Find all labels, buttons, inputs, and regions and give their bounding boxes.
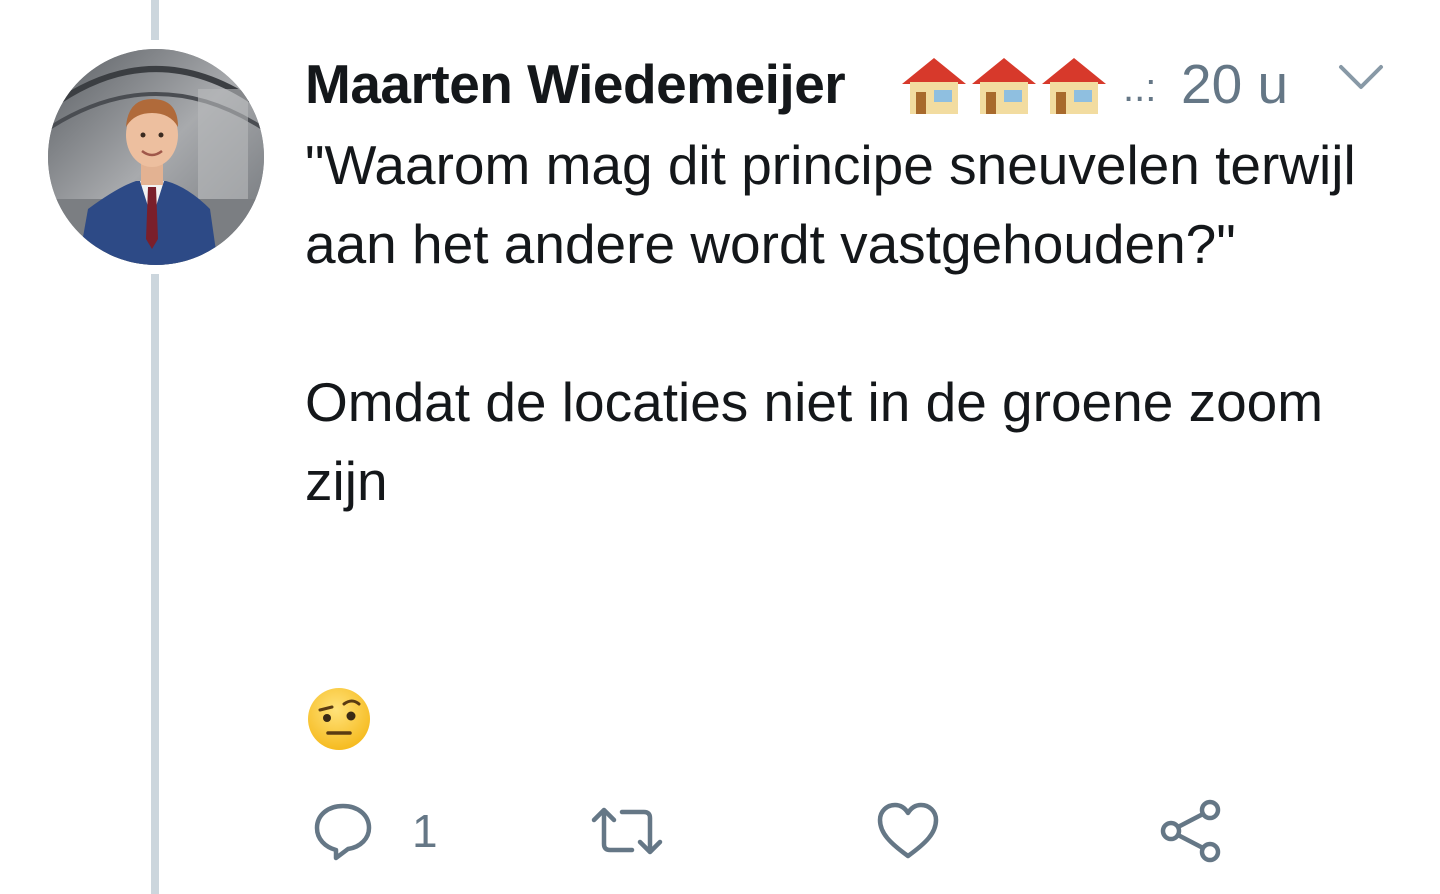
avatar-photo <box>48 49 264 265</box>
face-with-raised-eyebrow-emoji <box>308 688 370 750</box>
chevron-down-icon[interactable] <box>1338 62 1384 92</box>
like-icon <box>877 802 939 859</box>
like-button[interactable] <box>876 795 940 867</box>
avatar[interactable] <box>48 49 264 265</box>
house-emoji-2 <box>972 58 1036 114</box>
tweet-body: "Waarom mag dit principe sneuvelen terwi… <box>305 126 1365 521</box>
tweet-timestamp[interactable]: 20 u <box>1181 52 1288 116</box>
share-button[interactable] <box>1158 795 1224 867</box>
tweet-paragraph: Omdat de locaties niet in de groene zoom… <box>305 371 1324 512</box>
house-emoji-3 <box>1042 58 1106 114</box>
house-emoji-1 <box>902 58 966 114</box>
reply-count: 1 <box>412 805 438 857</box>
tweet-actions: 1 <box>0 795 1440 875</box>
name-suffix: ..: <box>1123 66 1157 110</box>
tweet-header: Maarten Wiedemeijer ..: 20 u <box>305 46 1405 126</box>
author-name[interactable]: Maarten Wiedemeijer <box>305 52 846 116</box>
reply-button[interactable]: 1 <box>312 795 438 867</box>
tweet[interactable]: Maarten Wiedemeijer ..: 20 u "Waarom mag… <box>0 0 1440 894</box>
reply-icon <box>314 803 372 861</box>
thread-line-top <box>151 0 159 40</box>
retweet-button[interactable] <box>590 795 664 867</box>
tweet-paragraph: "Waarom mag dit principe sneuvelen terwi… <box>305 134 1356 275</box>
share-icon <box>1160 799 1221 863</box>
retweet-icon <box>591 807 663 855</box>
houses-emoji <box>902 58 1106 114</box>
